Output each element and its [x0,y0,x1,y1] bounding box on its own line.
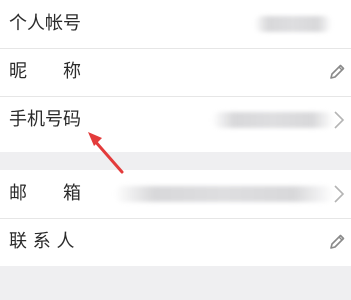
contacts-label: 联 系 人 [9,231,75,252]
contacts-row[interactable]: 联 系 人 [0,218,351,266]
nickname-label: 昵 称 [9,61,81,82]
annotation-arrow-icon [88,132,124,174]
email-label: 邮 箱 [9,183,81,204]
pencil-icon[interactable] [328,233,346,251]
chevron-right-icon[interactable] [333,110,345,130]
chevron-right-icon[interactable] [333,184,345,204]
account-id-row[interactable]: 个人帐号 [0,0,351,48]
pencil-icon[interactable] [328,63,346,81]
nickname-row[interactable]: 昵 称 [0,48,351,96]
contact-settings-group: 邮 箱 联 系 人 [0,170,351,266]
email-value-blurred [114,186,334,202]
account-settings-group: 个人帐号 昵 称 手机号码 [0,0,351,152]
phone-number-value-blurred [212,112,334,128]
account-id-value-blurred [254,16,332,32]
account-id-label: 个人帐号 [9,13,81,34]
phone-number-row[interactable]: 手机号码 [0,96,351,144]
email-row[interactable]: 邮 箱 [0,170,351,218]
phone-number-label: 手机号码 [9,109,81,130]
